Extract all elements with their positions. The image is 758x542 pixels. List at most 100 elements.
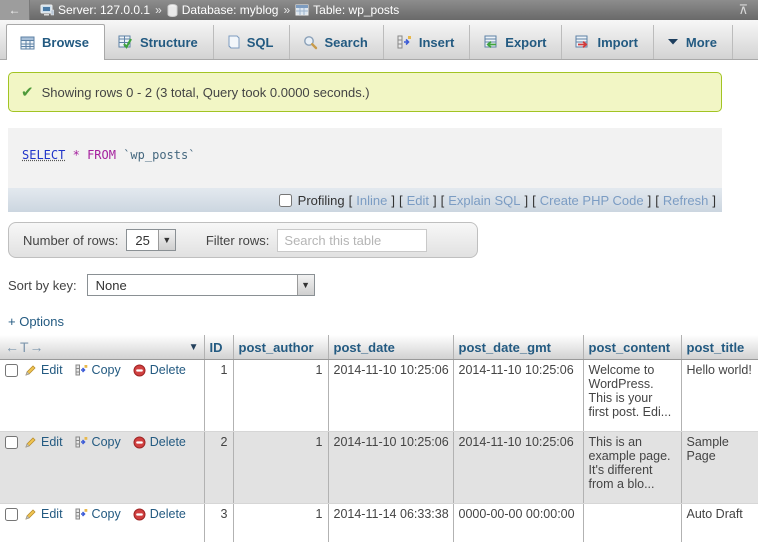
tab-search[interactable]: Search: [290, 25, 384, 59]
breadcrumb-separator: »: [283, 3, 290, 17]
bracket: [: [532, 193, 536, 208]
structure-icon: [118, 35, 133, 49]
bracket: ]: [525, 193, 529, 208]
column-header-post-author[interactable]: post_author: [233, 335, 328, 360]
table-row: Edit Copy Delete 2 1 2014-11-10 10:25:06…: [0, 432, 758, 504]
table-filter-input[interactable]: [277, 229, 427, 252]
options-toggle-link[interactable]: + Options: [8, 314, 64, 329]
tab-structure[interactable]: Structure: [105, 25, 214, 59]
row-checkbox[interactable]: [5, 508, 18, 521]
browse-icon: [20, 36, 35, 50]
cell-post-title: Auto Draft: [681, 504, 758, 542]
delete-icon: [133, 508, 146, 521]
refresh-link[interactable]: Refresh: [663, 193, 709, 208]
tab-insert[interactable]: Insert: [384, 25, 470, 59]
number-of-rows-label: Number of rows:: [23, 233, 118, 248]
breadcrumb-table-label: Table: wp_posts: [313, 3, 399, 17]
copy-row-link[interactable]: Copy: [92, 435, 121, 449]
cell-post-date: 2014-11-10 10:25:06: [328, 432, 453, 504]
sql-star: *: [73, 148, 80, 162]
rows-per-page-select[interactable]: 25 ▼: [126, 229, 175, 251]
delete-icon: [133, 364, 146, 377]
sql-keyword-from: FROM: [87, 148, 116, 162]
tab-import[interactable]: Import: [562, 25, 653, 59]
cell-id: 3: [204, 504, 233, 542]
column-header-id[interactable]: ID: [204, 335, 233, 360]
check-icon: ✔: [21, 83, 34, 101]
tab-export[interactable]: Export: [470, 25, 562, 59]
copy-row-link[interactable]: Copy: [92, 363, 121, 377]
bracket: ]: [433, 193, 437, 208]
tab-sql-label: SQL: [247, 35, 274, 50]
sort-by-key-value: None: [88, 275, 297, 295]
explain-sql-link[interactable]: Explain SQL: [448, 193, 520, 208]
create-php-code-link[interactable]: Create PHP Code: [540, 193, 644, 208]
cell-post-author: 1: [233, 504, 328, 542]
header-row: ←T→ ▼ ID post_author post_date post_date…: [0, 335, 758, 360]
table-icon: [295, 4, 309, 17]
cell-id: 2: [204, 432, 233, 504]
delete-icon: [133, 436, 146, 449]
sort-toggle-icon[interactable]: ▼: [189, 342, 199, 353]
cell-post-content: Welcome to WordPress. This is your first…: [583, 360, 681, 432]
tab-structure-label: Structure: [140, 35, 198, 50]
edit-row-link[interactable]: Edit: [41, 363, 63, 377]
bracket: ]: [648, 193, 652, 208]
copy-icon: [75, 364, 88, 376]
tab-import-label: Import: [597, 35, 637, 50]
bracket: [: [655, 193, 659, 208]
insert-icon: [397, 35, 412, 49]
select-arrow-icon: ▼: [158, 230, 175, 250]
copy-row-link[interactable]: Copy: [92, 507, 121, 521]
tab-bar: Browse Structure SQL Search Insert Expor…: [0, 20, 758, 60]
table-row: Edit Copy Delete 3 1 2014-11-14 06:33:38…: [0, 504, 758, 542]
profiling-checkbox[interactable]: [279, 194, 292, 207]
tab-sql[interactable]: SQL: [214, 25, 290, 59]
column-header-post-title[interactable]: post_title: [681, 335, 758, 360]
rows-control-bar: Number of rows: 25 ▼ Filter rows:: [8, 222, 478, 258]
delete-row-link[interactable]: Delete: [150, 507, 186, 521]
sort-by-key-select[interactable]: None ▼: [87, 274, 315, 296]
breadcrumb-server[interactable]: Server: 127.0.0.1: [40, 3, 150, 17]
column-header-post-date[interactable]: post_date: [328, 335, 453, 360]
database-icon: [167, 4, 178, 17]
delete-row-link[interactable]: Delete: [150, 363, 186, 377]
cell-post-author: 1: [233, 360, 328, 432]
cell-post-date: 2014-11-10 10:25:06: [328, 360, 453, 432]
breadcrumb-table[interactable]: Table: wp_posts: [295, 3, 399, 17]
tab-browse-label: Browse: [42, 35, 89, 50]
tab-browse[interactable]: Browse: [6, 24, 105, 60]
column-header-post-date-gmt[interactable]: post_date_gmt: [453, 335, 583, 360]
row-checkbox[interactable]: [5, 436, 18, 449]
tab-export-label: Export: [505, 35, 546, 50]
back-arrow-icon: ←: [9, 3, 21, 17]
back-arrow-button[interactable]: ←: [0, 0, 30, 20]
cell-post-date: 2014-11-14 06:33:38: [328, 504, 453, 542]
bracket: [: [349, 193, 353, 208]
tab-more[interactable]: More: [654, 25, 733, 59]
sql-table-name: `wp_posts`: [123, 148, 195, 162]
cell-post-title: Hello world!: [681, 360, 758, 432]
breadcrumb-database[interactable]: Database: myblog: [167, 3, 279, 17]
breadcrumb: Server: 127.0.0.1 » Database: myblog » T…: [30, 3, 728, 17]
breadcrumb-server-label: Server: 127.0.0.1: [58, 3, 150, 17]
cell-post-date-gmt: 0000-00-00 00:00:00: [453, 504, 583, 542]
cell-post-author: 1: [233, 432, 328, 504]
tab-insert-label: Insert: [419, 35, 454, 50]
filter-rows-label: Filter rows:: [206, 233, 270, 248]
edit-row-link[interactable]: Edit: [41, 507, 63, 521]
cell-post-date-gmt: 2014-11-10 10:25:06: [453, 360, 583, 432]
column-arrows-icon[interactable]: ←T→: [5, 339, 45, 355]
export-icon: [483, 35, 498, 49]
collapse-icon[interactable]: ⊼: [728, 2, 758, 18]
bracket: ]: [712, 193, 716, 208]
row-checkbox[interactable]: [5, 364, 18, 377]
chevron-down-icon: [667, 38, 679, 46]
edit-row-link[interactable]: Edit: [41, 435, 63, 449]
column-header-post-content[interactable]: post_content: [583, 335, 681, 360]
edit-query-link[interactable]: Edit: [407, 193, 429, 208]
sql-keyword-select[interactable]: SELECT: [22, 148, 65, 162]
cell-post-content: This is an example page. It's different …: [583, 432, 681, 504]
delete-row-link[interactable]: Delete: [150, 435, 186, 449]
inline-link[interactable]: Inline: [356, 193, 387, 208]
